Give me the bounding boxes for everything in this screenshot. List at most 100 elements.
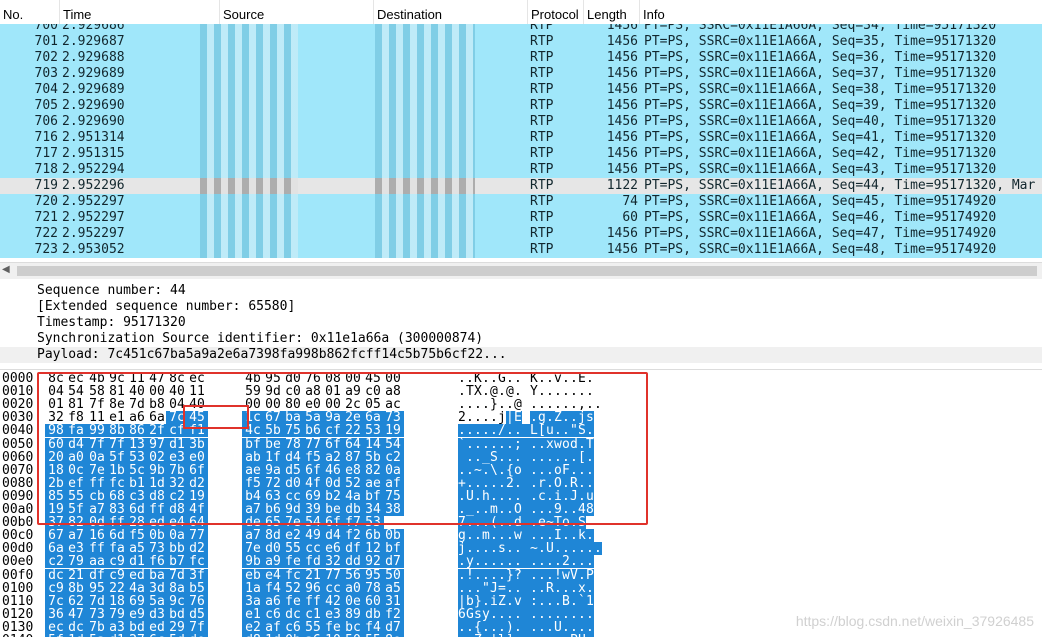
hex-byte[interactable]: e3 [322,608,344,621]
hex-byte[interactable]: c9 [45,581,67,595]
ascii-char[interactable]: . [498,555,506,568]
horizontal-scrollbar[interactable]: ◀ [0,262,1042,279]
ascii-char[interactable]: . [514,555,522,568]
ascii-char[interactable]: . [578,464,586,477]
hex-byte[interactable]: fe [282,555,304,568]
ascii-char[interactable]: . [530,477,538,490]
ascii-char[interactable]: . [474,424,482,437]
hex-byte[interactable]: 21 [65,568,87,582]
ascii-char[interactable] [522,555,530,569]
hex-byte[interactable]: 20 [45,450,67,464]
hex-byte[interactable]: f2 [382,608,404,621]
hex-byte[interactable]: a9 [262,555,284,568]
hex-byte[interactable]: ab [242,450,264,464]
ascii-char[interactable]: . [578,568,586,582]
hex-byte[interactable]: dc [45,568,67,582]
ascii-char[interactable]: . [570,595,578,608]
hex-byte[interactable]: 22 [106,581,128,595]
hex-byte[interactable]: cf [166,424,188,437]
ascii-char[interactable]: 6 [458,608,466,621]
hex-byte[interactable]: 9c [166,595,188,608]
ascii-char[interactable] [522,594,530,608]
hex-byte[interactable]: 87 [342,450,364,464]
ascii-char[interactable]: . [538,568,546,582]
hex-byte[interactable]: 02 [146,450,168,464]
ascii-char[interactable]: 2 [506,477,514,490]
ascii-char[interactable]: . [578,437,586,451]
hex-byte[interactable]: 52 [282,581,304,595]
ascii-char[interactable] [522,607,530,621]
column-header-source[interactable]: Source [220,0,374,24]
detail-ssrc[interactable]: Synchronization Source identifier: 0x11e… [37,331,483,347]
ascii-char[interactable]: 2 [562,555,570,568]
ascii-char[interactable]: . [530,608,538,621]
packet-row[interactable]: 702 2.929688 RTP 1456 PT=PS, SSRC=0x11E1A66A… [0,50,1042,66]
hex-byte[interactable]: 82 [362,464,384,477]
hex-byte[interactable]: db [362,608,384,621]
ascii-char[interactable]: . [554,424,562,437]
ascii-char[interactable]: . [506,424,514,437]
hex-byte[interactable]: 75 [282,424,304,437]
hex-byte[interactable]: ed [126,568,148,582]
hex-byte[interactable]: 77 [322,568,344,582]
ascii-char[interactable]: . [482,477,490,490]
hex-byte[interactable]: 6f [322,437,344,451]
hex-byte[interactable]: a6 [262,595,284,608]
hex-byte[interactable]: 7d [86,595,108,608]
ascii-char[interactable]: . [570,450,578,464]
hex-byte[interactable]: df [86,568,108,582]
ascii-char[interactable]: . [498,450,506,464]
ascii-char[interactable]: _ [482,450,490,464]
ascii-char[interactable]: . [466,581,474,595]
hex-byte[interactable]: 6f [302,464,324,477]
ascii-char[interactable]: o [562,437,570,451]
hex-byte[interactable]: aa [86,555,108,568]
ascii-char[interactable]: w [554,437,562,451]
ascii-char[interactable]: . [514,450,522,464]
ascii-char[interactable]: . [562,581,570,595]
hex-byte[interactable]: 7e [86,464,108,477]
ascii-char[interactable] [522,476,530,490]
ascii-char[interactable]: . [458,424,466,437]
ascii-char[interactable]: . [506,555,514,568]
ascii-char[interactable]: . [498,464,506,477]
ascii-char[interactable]: . [578,555,586,568]
ascii-char[interactable]: " [482,581,490,595]
packet-row[interactable]: 705 2.929690 RTP 1456 PT=PS, SSRC=0x11E1A66A… [0,98,1042,114]
ascii-char[interactable]: r [538,477,546,490]
hex-byte[interactable]: b6 [302,424,324,437]
ascii-char[interactable]: . [530,450,538,464]
ascii-char[interactable]: . [554,608,562,621]
hex-byte[interactable]: ff [86,477,108,490]
hex-byte[interactable]: f5 [302,450,324,464]
hex-byte[interactable]: ae [362,477,384,490]
ascii-char[interactable]: . [458,464,466,477]
hex-byte[interactable]: 36 [45,608,67,621]
ascii-char[interactable]: . [466,464,474,477]
ascii-char[interactable]: . [578,477,586,490]
ascii-char[interactable]: . [546,464,554,477]
hex-byte[interactable]: 4a [126,581,148,595]
hex-byte[interactable]: b5 [186,581,208,595]
hex-byte[interactable]: 72 [262,477,284,490]
ascii-char[interactable]: x [546,437,554,451]
hex-byte[interactable]: 19 [382,424,404,437]
ascii-char[interactable]: x [578,581,586,595]
hex-byte[interactable]: 31 [382,595,404,608]
hex-byte[interactable]: 2f [146,424,168,437]
ascii-char[interactable]: . [586,464,594,477]
hex-byte[interactable]: ae [242,464,264,477]
ascii-char[interactable]: . [498,608,506,621]
hex-byte[interactable]: 5f [106,450,128,464]
hex-byte[interactable]: a0 [65,450,87,464]
ascii-char[interactable]: . [482,424,490,437]
ascii-char[interactable]: . [482,437,490,451]
hex-byte[interactable]: c2 [382,450,404,464]
ascii-char[interactable]: . [506,437,514,451]
ascii-char[interactable]: [ [538,424,546,437]
ascii-char[interactable]: . [458,568,466,582]
hex-byte[interactable]: 5b [362,450,384,464]
ascii-char[interactable]: . [482,568,490,582]
ascii-char[interactable]: . [562,424,570,437]
ascii-char[interactable]: } [506,568,514,582]
